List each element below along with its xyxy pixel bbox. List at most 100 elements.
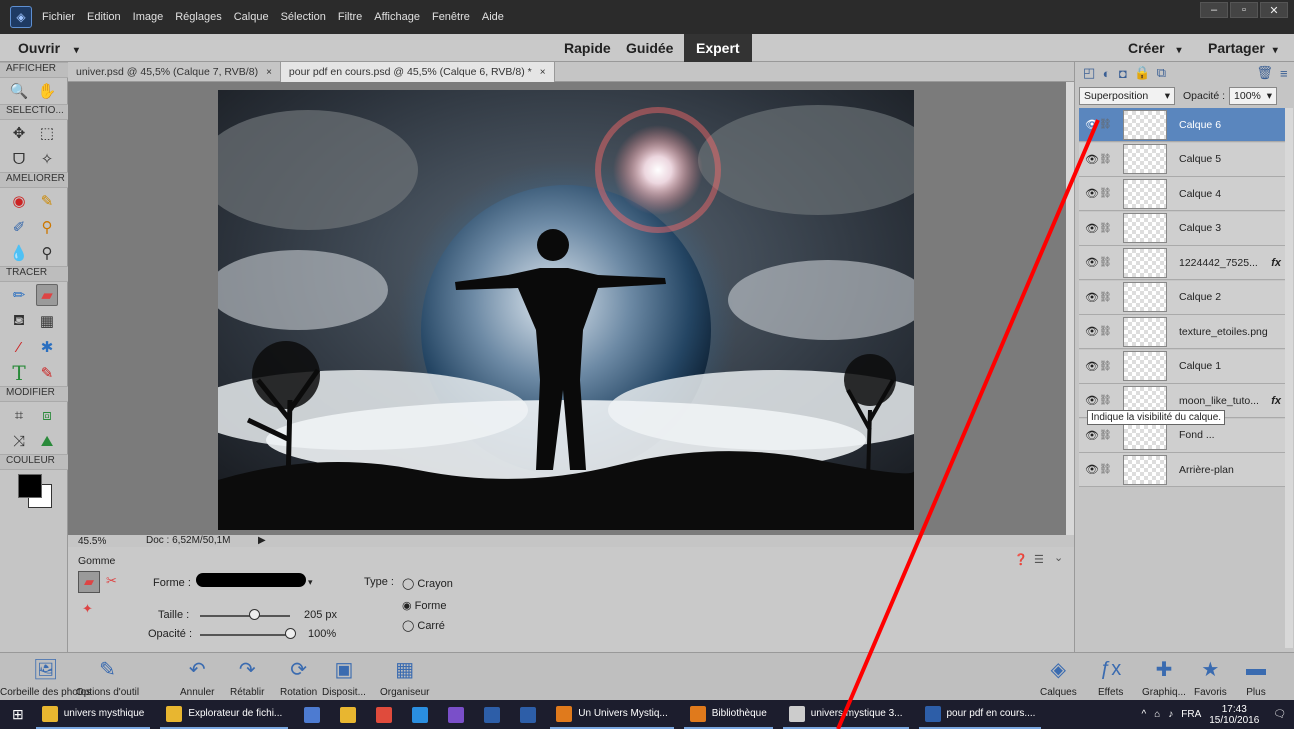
layer-row[interactable]: 👁 ⛓ Calque 5	[1079, 142, 1285, 177]
brush-icon[interactable]: ✏	[8, 284, 30, 306]
layer-thumbnail[interactable]	[1123, 316, 1167, 347]
mode-guidee[interactable]: Guidée	[614, 34, 685, 62]
eye-icon[interactable]: 👁	[1085, 118, 1099, 131]
paint-bucket-icon[interactable]: ⛾	[8, 310, 30, 332]
layer-row[interactable]: 👁 ⛓ Arrière-plan	[1079, 453, 1285, 487]
layers-scrollbar[interactable]	[1285, 108, 1293, 648]
layer-row[interactable]: 👁 ⛓ texture_etoiles.png	[1079, 315, 1285, 349]
redo-button[interactable]: ↷ Rétablir	[230, 657, 264, 699]
adjustment-layer-icon[interactable]: ◐	[1101, 66, 1111, 81]
graphics-button[interactable]: ✚ Graphiq...	[1142, 657, 1186, 699]
eye-icon[interactable]: 👁	[1085, 394, 1099, 407]
layer-name[interactable]: moon_like_tuto...	[1179, 395, 1271, 407]
layer-name[interactable]: Calque 5	[1179, 153, 1281, 165]
link-icon[interactable]: ⛓	[1099, 361, 1112, 372]
zoom-level[interactable]: 45.5%	[78, 536, 106, 547]
type-forme-radio[interactable]: ◉ Forme	[402, 599, 446, 612]
link-icon[interactable]: ⛓	[1099, 326, 1112, 337]
eye-icon[interactable]: 👁	[1085, 222, 1099, 235]
vertical-scrollbar[interactable]	[1066, 82, 1074, 535]
layer-name[interactable]: Calque 2	[1179, 291, 1281, 303]
layer-name[interactable]: Arrière-plan	[1179, 464, 1281, 476]
layer-thumbnail[interactable]	[1123, 247, 1167, 278]
layer-thumbnail[interactable]	[1123, 282, 1167, 312]
layer-row[interactable]: 👁 ⛓ Calque 1	[1079, 349, 1285, 384]
create-button[interactable]: Créer ▾	[1128, 40, 1182, 56]
gradient-icon[interactable]: ▦	[36, 310, 58, 332]
effects-button[interactable]: ƒx Effets	[1098, 657, 1123, 699]
rotate-button[interactable]: ⟳ Rotation	[280, 657, 317, 699]
marquee-icon[interactable]: ⬚	[36, 122, 58, 144]
menu-calque[interactable]: Calque	[234, 11, 269, 23]
layer-thumbnail[interactable]	[1123, 213, 1167, 243]
zoom-icon[interactable]: 🔍	[8, 80, 30, 102]
stamp-icon[interactable]: ⚲	[36, 216, 58, 238]
taskbar-item[interactable]	[370, 700, 404, 729]
taskbar-item[interactable]	[514, 700, 548, 729]
type-crayon-radio[interactable]: ◯ Crayon	[402, 577, 453, 590]
layer-row[interactable]: 👁 ⛓ Calque 4	[1079, 177, 1285, 211]
eye-icon[interactable]: 👁	[1085, 463, 1099, 476]
favorites-button[interactable]: ★ Favoris	[1194, 657, 1227, 699]
new-layer-icon[interactable]: ◰	[1083, 65, 1095, 80]
foreground-color-swatch[interactable]	[18, 474, 42, 498]
start-button[interactable]: ⊞	[0, 700, 36, 729]
layer-thumbnail[interactable]	[1123, 144, 1167, 174]
panel-menu-icon[interactable]: ≡	[1279, 66, 1289, 81]
restore-button[interactable]: ▫	[1230, 2, 1258, 18]
layer-name[interactable]: Fond ...	[1179, 429, 1281, 441]
move-icon[interactable]: ✥	[8, 122, 30, 144]
close-icon[interactable]: ×	[266, 67, 272, 78]
minimize-button[interactable]: –	[1200, 2, 1228, 18]
layer-row[interactable]: 👁 ⛓ Calque 2	[1079, 280, 1285, 315]
opacity-input[interactable]: 100% ▾	[1229, 87, 1278, 105]
pencil-icon[interactable]: ✎	[36, 362, 58, 384]
layer-name[interactable]: texture_etoiles.png	[1179, 326, 1281, 338]
link-icon[interactable]: ⛓	[1099, 188, 1112, 199]
network-icon[interactable]: ⌂	[1154, 709, 1160, 720]
menu-filtre[interactable]: Filtre	[338, 11, 362, 23]
eyedropper-icon[interactable]: ⁄	[8, 336, 30, 358]
magic-eraser-icon[interactable]: ✦	[82, 601, 93, 617]
close-icon[interactable]: ×	[540, 67, 546, 78]
eye-icon[interactable]: 👁	[1085, 429, 1099, 442]
taille-slider-knob[interactable]	[249, 609, 260, 620]
red-eye-icon[interactable]: ◉	[8, 190, 30, 212]
layer-name[interactable]: 1224442_7525...	[1179, 257, 1271, 269]
menu-reglages[interactable]: Réglages	[175, 11, 221, 23]
link-icon[interactable]: ⛓	[1099, 430, 1112, 441]
eraser-icon[interactable]: ▰	[36, 284, 58, 306]
menu-affichage[interactable]: Affichage	[374, 11, 420, 23]
eye-icon[interactable]: 👁	[1085, 256, 1099, 269]
layer-row[interactable]: 👁 ⛓ Calque 3	[1079, 211, 1285, 246]
layer-row[interactable]: 👁 ⛓ 1224442_7525... fx	[1079, 246, 1285, 280]
eraser-icon[interactable]: ▰	[78, 571, 100, 593]
layer-thumbnail[interactable]	[1123, 351, 1167, 381]
taskbar-item[interactable]: Explorateur de fichi...	[160, 700, 289, 729]
notification-icon[interactable]: 🗨	[1273, 709, 1286, 720]
link-layers-icon[interactable]: ⧉	[1156, 65, 1166, 80]
status-menu-icon[interactable]: ▶	[258, 535, 266, 546]
layer-thumbnail[interactable]	[1123, 454, 1167, 485]
close-button[interactable]: ✕	[1260, 2, 1288, 18]
lock-icon[interactable]: 🔒	[1134, 65, 1150, 80]
opacite-slider[interactable]	[200, 634, 290, 636]
menu-fichier[interactable]: Fichier	[42, 11, 75, 23]
organizer-button[interactable]: ▦ Organiseur	[380, 657, 429, 699]
layout-button[interactable]: ▣ Disposit...	[322, 657, 366, 699]
document-canvas[interactable]	[218, 90, 914, 530]
taille-slider[interactable]	[200, 615, 290, 617]
tab-univer[interactable]: univer.psd @ 45,5% (Calque 7, RVB/8) ×	[68, 62, 281, 82]
mode-rapide[interactable]: Rapide	[552, 34, 623, 62]
options-menu-icon[interactable]: ☰	[1034, 553, 1044, 566]
chevron-down-icon[interactable]: ▾	[308, 577, 313, 588]
tool-options-button[interactable]: ✎ Options d'outil	[76, 657, 139, 699]
eye-icon[interactable]: 👁	[1085, 325, 1099, 338]
taskbar-item[interactable]: Bibliothèque	[683, 700, 773, 729]
share-button[interactable]: Partager ▾	[1208, 40, 1278, 56]
layer-row[interactable]: 👁 ⛓ Calque 6	[1079, 108, 1285, 142]
custom-shape-icon[interactable]: ✱	[36, 336, 58, 358]
layer-name[interactable]: Calque 3	[1179, 222, 1281, 234]
menu-aide[interactable]: Aide	[482, 11, 504, 23]
layer-name[interactable]: Calque 1	[1179, 360, 1281, 372]
